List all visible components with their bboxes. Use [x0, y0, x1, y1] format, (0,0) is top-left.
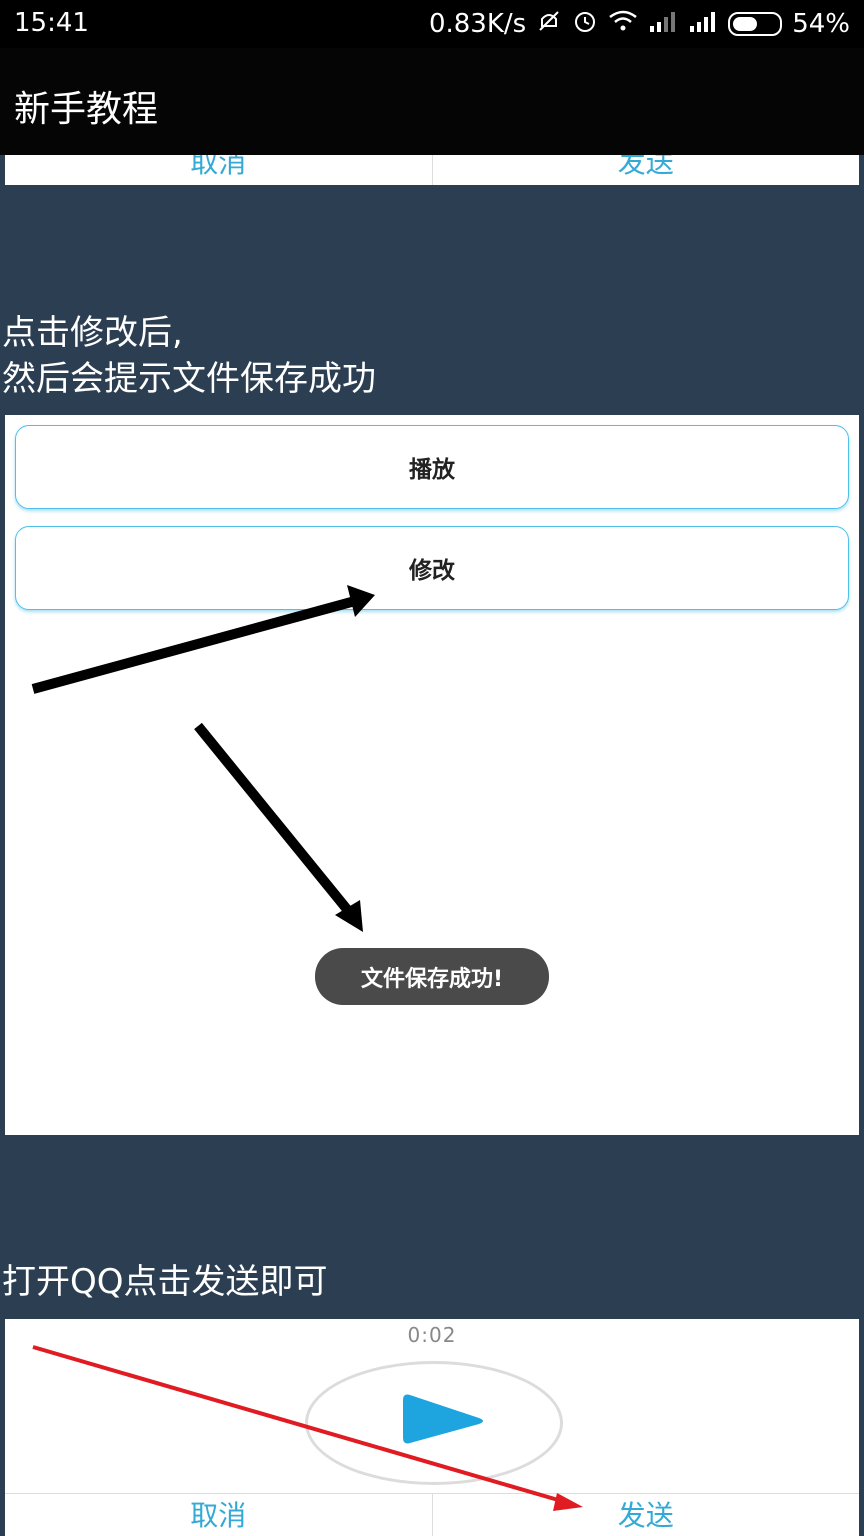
- signal-icon: [648, 10, 678, 38]
- arrow-to-edit-line: [31, 596, 357, 694]
- arrow-to-send-head: [553, 1493, 583, 1511]
- step1-caption-line1: 点击修改后,: [2, 313, 183, 353]
- battery-icon: [728, 12, 783, 36]
- battery-percent: 54%: [792, 9, 850, 39]
- arrow-to-edit-head: [347, 585, 375, 617]
- top-screenshot-panel: 取消 发送: [5, 155, 859, 185]
- status-time: 15:41: [14, 8, 89, 38]
- top-button-row: 取消 发送: [5, 155, 859, 185]
- app-bar: 新手教程: [0, 48, 864, 155]
- page-title: 新手教程: [14, 89, 159, 130]
- step2-caption: 打开QQ点击发送即可: [2, 1262, 328, 1302]
- top-cancel-button[interactable]: 取消: [5, 155, 432, 185]
- step1-screenshot-panel: 播放 修改 文件保存成功!: [5, 415, 859, 1135]
- step1-caption: 点击修改后, 然后会提示文件保存成功: [2, 310, 376, 402]
- alarm-icon: [572, 8, 598, 40]
- step2-screenshot-panel: 0:02 取消 发送: [5, 1319, 859, 1536]
- signal-icon: [688, 10, 718, 38]
- status-icons: 0.83K/s 54%: [429, 8, 850, 40]
- step1-caption-line2: 然后会提示文件保存成功: [2, 359, 376, 399]
- network-speed: 0.83K/s: [428, 9, 527, 39]
- arrow-to-send-line: [32, 1345, 566, 1504]
- arrow-to-toast-line: [194, 722, 354, 917]
- wifi-icon: [608, 9, 638, 39]
- arrow-annotation: [32, 1345, 583, 1511]
- top-send-button[interactable]: 发送: [431, 155, 860, 185]
- arrow-annotation: [31, 585, 375, 932]
- status-bar: 15:41 0.83K/s 54%: [0, 0, 864, 48]
- mute-icon: [536, 8, 562, 40]
